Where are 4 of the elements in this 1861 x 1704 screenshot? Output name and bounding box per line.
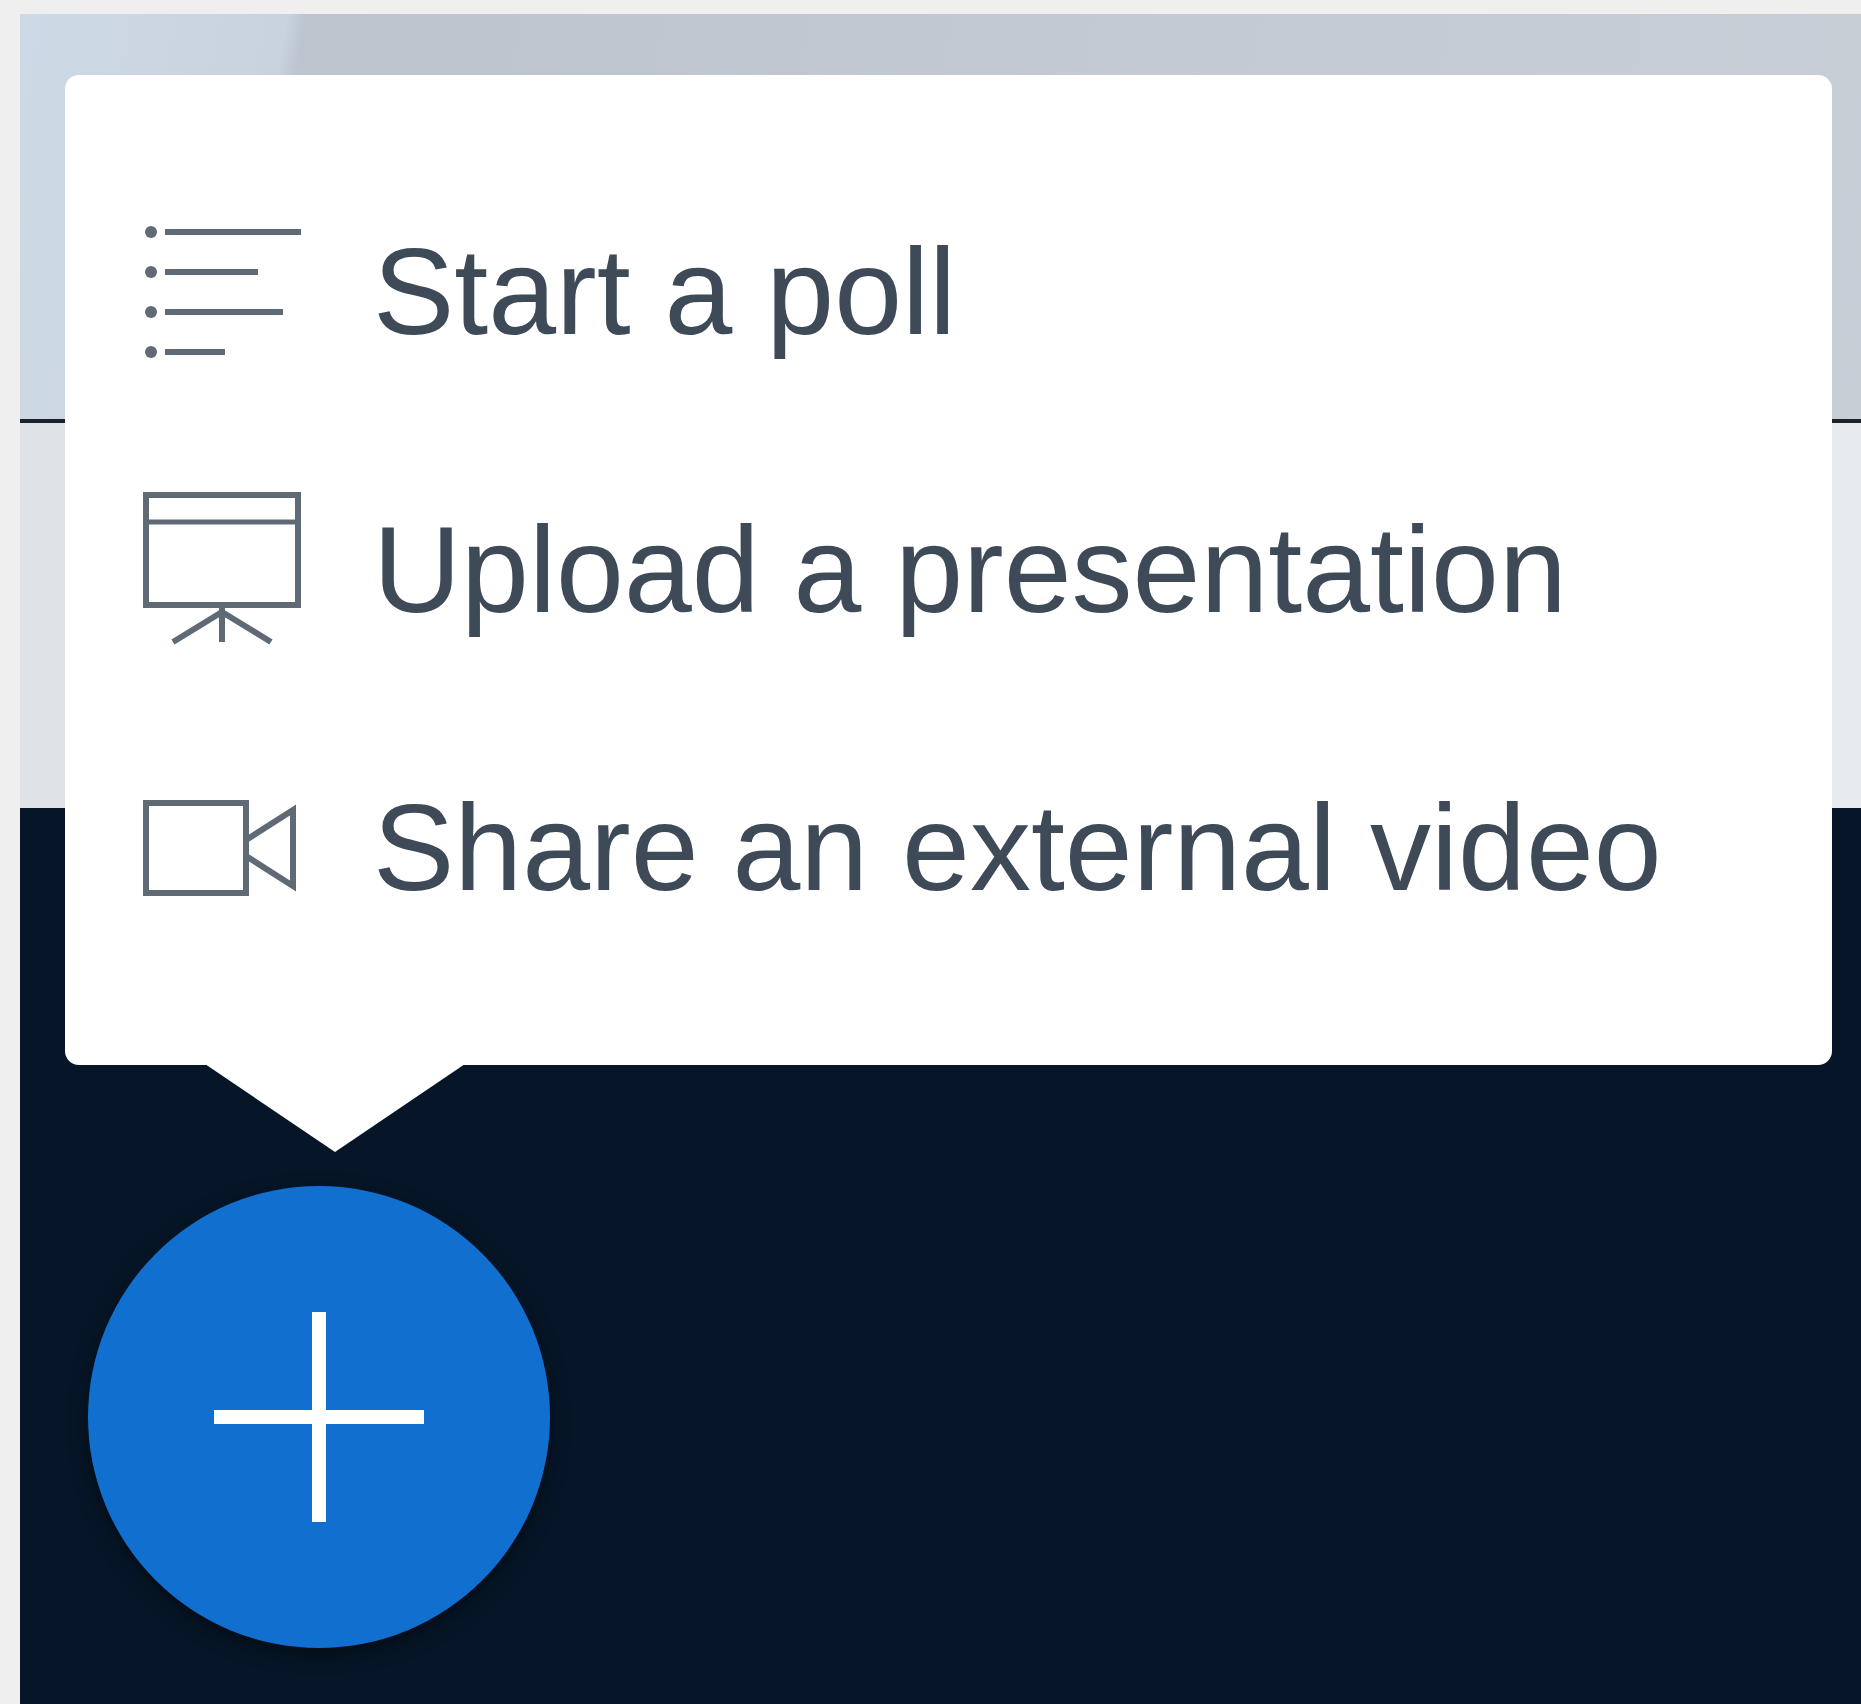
menu-item[interactable]: Share an external video [373,768,1662,928]
menu-item[interactable]: Upload a presentation [373,490,1567,650]
plus-icon [214,1312,424,1522]
menu-item[interactable]: Start a poll [373,212,957,372]
